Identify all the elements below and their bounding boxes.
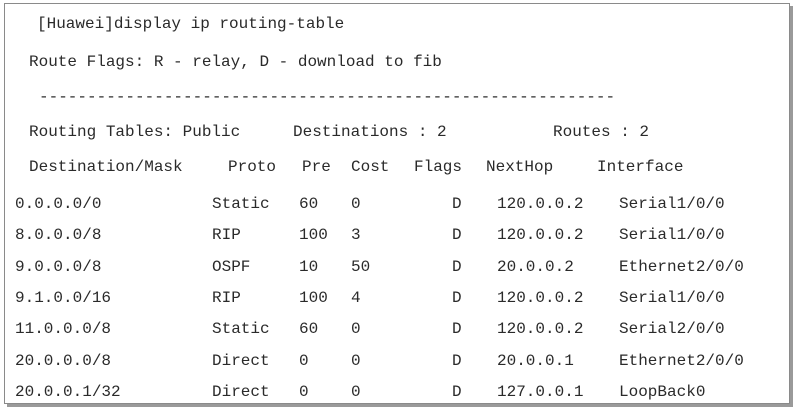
table-cell: 120.0.0.2 (497, 320, 584, 339)
table-cell: RIP (212, 288, 241, 307)
table-cell: 50 (351, 257, 371, 276)
table-cell: D (452, 382, 462, 401)
table-cell: Ethernet2/0/0 (619, 351, 744, 370)
table-cell: 0 (351, 320, 361, 339)
route-flags-legend: Route Flags: R - relay, D - download to … (29, 53, 442, 71)
table-cell: 127.0.0.1 (497, 382, 584, 401)
table-cell: 100 (299, 226, 328, 245)
table-cell: 9.0.0.0/8 (15, 257, 102, 276)
table-cell: D (452, 288, 462, 307)
command-line: [Huawei]display ip routing-table (37, 15, 345, 33)
table-cell: 8.0.0.0/8 (15, 226, 102, 245)
table-cell: Serial1/0/0 (619, 226, 725, 245)
table-cell: Direct (212, 351, 270, 370)
table-cell: 0.0.0.0/0 (15, 195, 102, 213)
table-cell: 20.0.0.1 (497, 351, 574, 370)
table-cell: Direct (212, 382, 270, 401)
column-header: Destination/Mask (29, 158, 183, 176)
table-cell: 60 (299, 195, 319, 213)
column-header: NextHop (486, 158, 554, 176)
table-cell: 4 (351, 288, 361, 307)
table-cell: 20.0.0.2 (497, 257, 574, 276)
routes-count: Routes : 2 (553, 123, 650, 141)
table-cell: 100 (299, 288, 328, 307)
table-cell: 0 (351, 382, 361, 401)
column-header: Pre (302, 158, 331, 176)
table-cell: 120.0.0.2 (497, 288, 584, 307)
table-cell: 3 (351, 226, 361, 245)
table-cell: 10 (299, 257, 319, 276)
terminal-output: [Huawei]display ip routing-table Route F… (4, 3, 790, 404)
routing-tables-label: Routing Tables: Public (29, 123, 241, 141)
table-cell: 20.0.0.0/8 (15, 351, 112, 370)
separator-line: ----------------------------------------… (39, 88, 616, 106)
table-cell: Ethernet2/0/0 (619, 257, 744, 276)
column-header: Cost (351, 158, 390, 176)
table-cell: D (452, 226, 462, 245)
table-cell: 0 (299, 382, 309, 401)
column-header: Proto (228, 158, 277, 176)
table-cell: Serial1/0/0 (619, 195, 725, 213)
table-cell: RIP (212, 226, 241, 245)
table-cell: 60 (299, 320, 319, 339)
table-cell: 0 (351, 195, 361, 213)
table-cell: 11.0.0.0/8 (15, 320, 112, 339)
table-cell: D (452, 320, 462, 339)
table-cell: Static (212, 195, 270, 213)
table-cell: D (452, 195, 462, 213)
table-cell: 20.0.0.1/32 (15, 382, 121, 401)
table-cell: Serial1/0/0 (619, 288, 725, 307)
table-cell: OSPF (212, 257, 251, 276)
column-header: Interface (597, 158, 684, 176)
column-header: Flags (414, 158, 463, 176)
table-cell: Static (212, 320, 270, 339)
table-cell: D (452, 351, 462, 370)
destinations-count: Destinations : 2 (293, 123, 447, 141)
table-cell: 0 (351, 351, 361, 370)
table-cell: 120.0.0.2 (497, 195, 584, 213)
table-cell: 9.1.0.0/16 (15, 288, 112, 307)
table-cell: Serial2/0/0 (619, 320, 725, 339)
table-cell: 0 (299, 351, 309, 370)
table-cell: D (452, 257, 462, 276)
table-cell: LoopBack0 (619, 382, 706, 401)
table-cell: 120.0.0.2 (497, 226, 584, 245)
